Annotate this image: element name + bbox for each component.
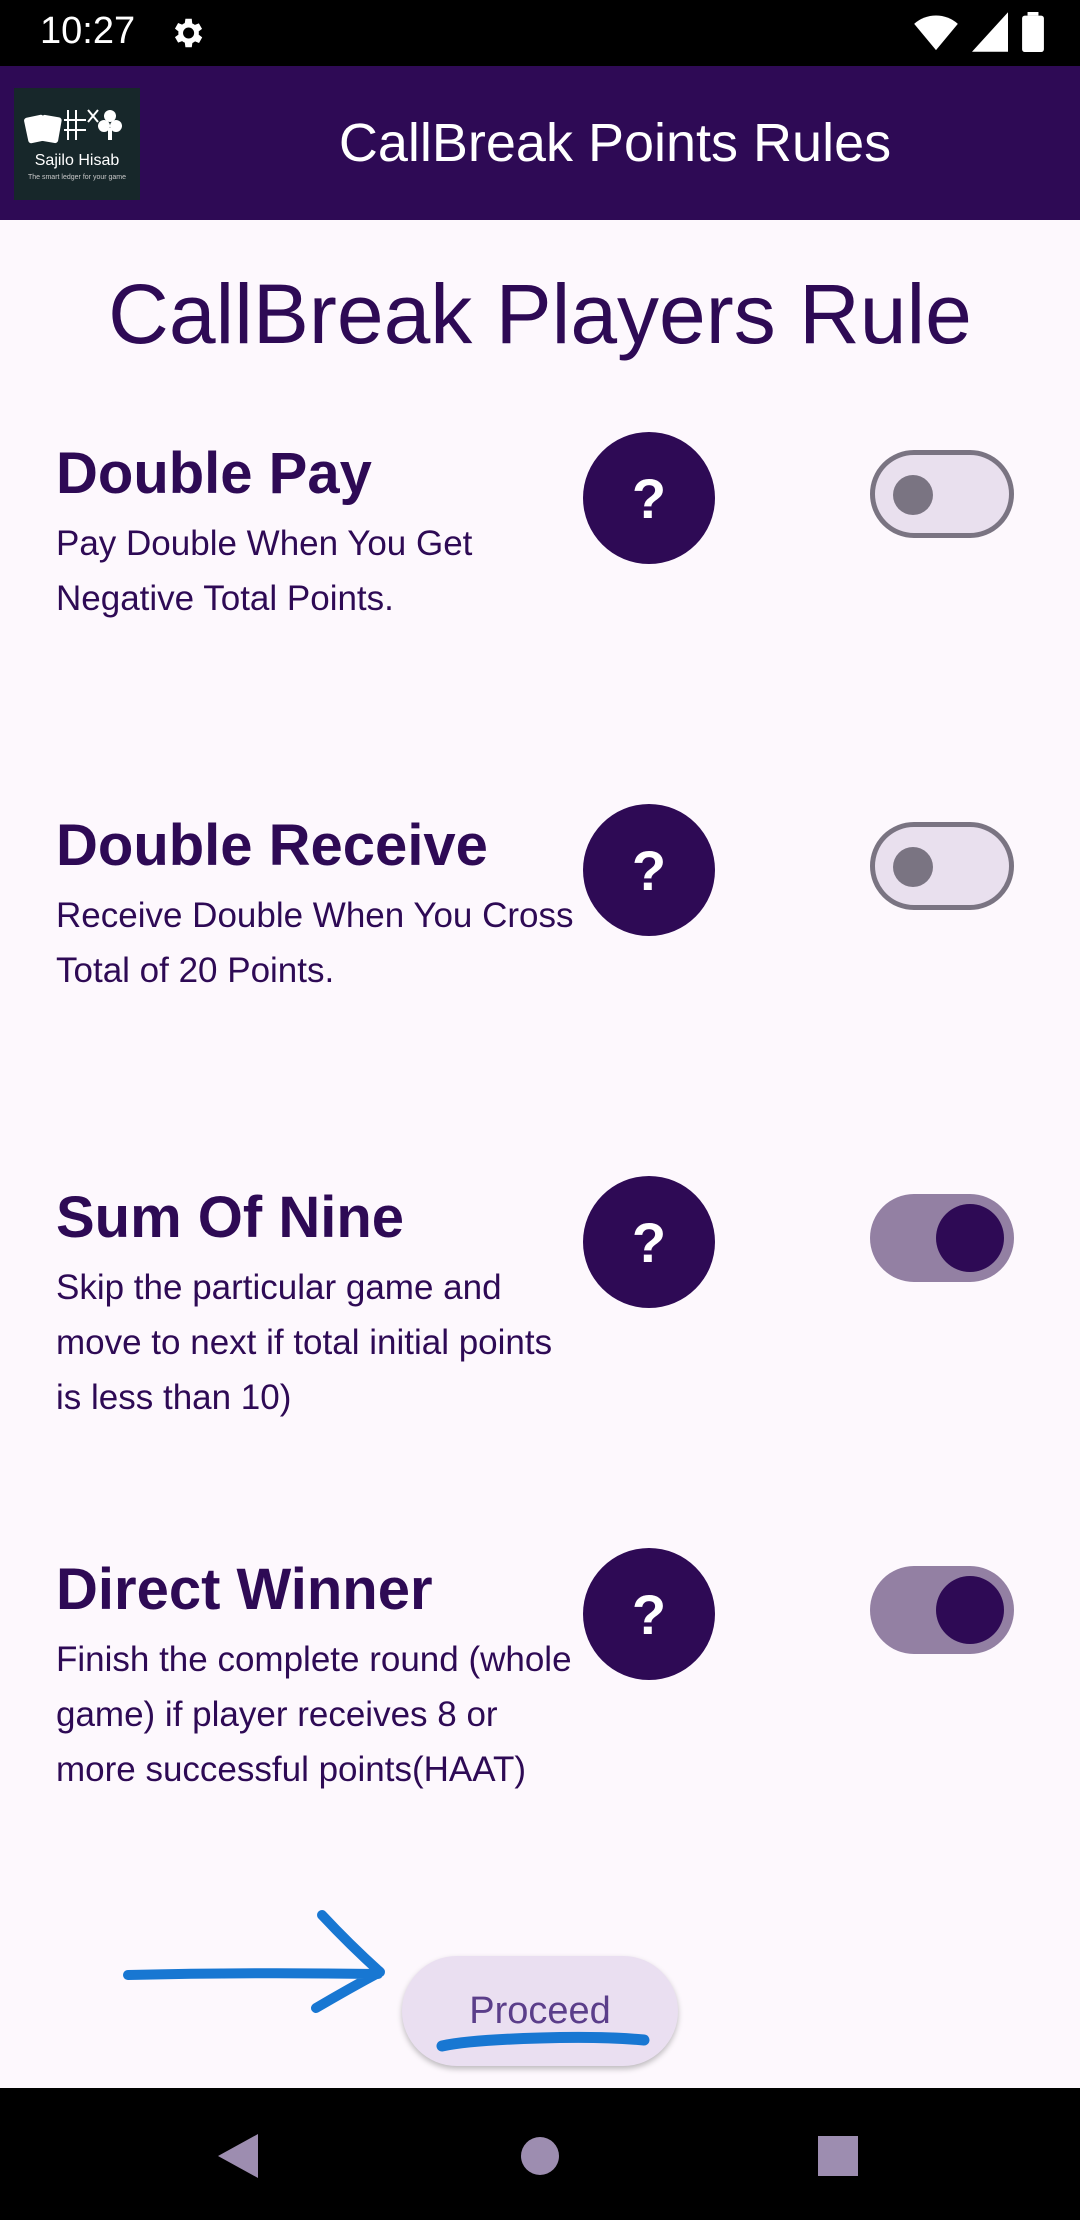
playing-cards-icon — [24, 109, 122, 144]
settings-icon — [174, 18, 203, 48]
rule-description: Skip the particular game and move to nex… — [56, 1268, 553, 1417]
rule-title: Double Receive — [56, 813, 488, 878]
help-button-double-receive[interactable]: ? — [583, 804, 715, 936]
rule-title: Direct Winner — [56, 1557, 433, 1622]
toggle-double-pay[interactable] — [870, 450, 1014, 538]
status-time: 10:27 — [40, 10, 136, 52]
navigation-bar — [0, 2088, 1080, 2220]
back-icon[interactable] — [218, 2134, 258, 2178]
recents-icon[interactable] — [818, 2136, 858, 2176]
app-logo: Sajilo Hisab The smart ledger for your g… — [14, 88, 140, 200]
help-button-sum-of-nine[interactable]: ? — [583, 1176, 715, 1308]
toggle-sum-of-nine[interactable] — [870, 1194, 1014, 1282]
wifi-icon — [914, 15, 958, 51]
rule-title: Double Pay — [56, 441, 372, 506]
battery-icon — [1022, 12, 1044, 52]
status-icons — [914, 12, 1044, 52]
proceed-button[interactable]: Proceed — [402, 1956, 678, 2066]
help-button-direct-winner[interactable]: ? — [583, 1548, 715, 1680]
help-button-double-pay[interactable]: ? — [583, 432, 715, 564]
toggle-knob — [893, 475, 933, 515]
status-bar: 10:27 — [0, 0, 1080, 66]
rule-title: Sum Of Nine — [56, 1185, 405, 1250]
toggle-knob — [936, 1204, 1004, 1272]
app-bar-title: CallBreak Points Rules — [338, 113, 892, 173]
home-icon[interactable] — [520, 2136, 560, 2176]
annotation-arrow-icon — [123, 1910, 385, 2013]
cellular-signal-icon — [972, 12, 1008, 52]
rule-description: Pay Double When You Get Negative Total P… — [56, 524, 473, 618]
rule-description: Finish the complete round (whole game) i… — [56, 1640, 572, 1789]
logo-name: Sajilo Hisab — [34, 152, 120, 169]
toggle-knob — [893, 847, 933, 887]
page-title: CallBreak Players Rule — [108, 267, 972, 361]
rule-description: Receive Double When You Cross Total of 2… — [56, 896, 574, 990]
toggle-knob — [936, 1576, 1004, 1644]
toggle-double-receive[interactable] — [870, 822, 1014, 910]
toggle-direct-winner[interactable] — [870, 1566, 1014, 1654]
app-bar: Sajilo Hisab The smart ledger for your g… — [0, 66, 1080, 220]
logo-tagline: The smart ledger for your game — [27, 174, 127, 181]
